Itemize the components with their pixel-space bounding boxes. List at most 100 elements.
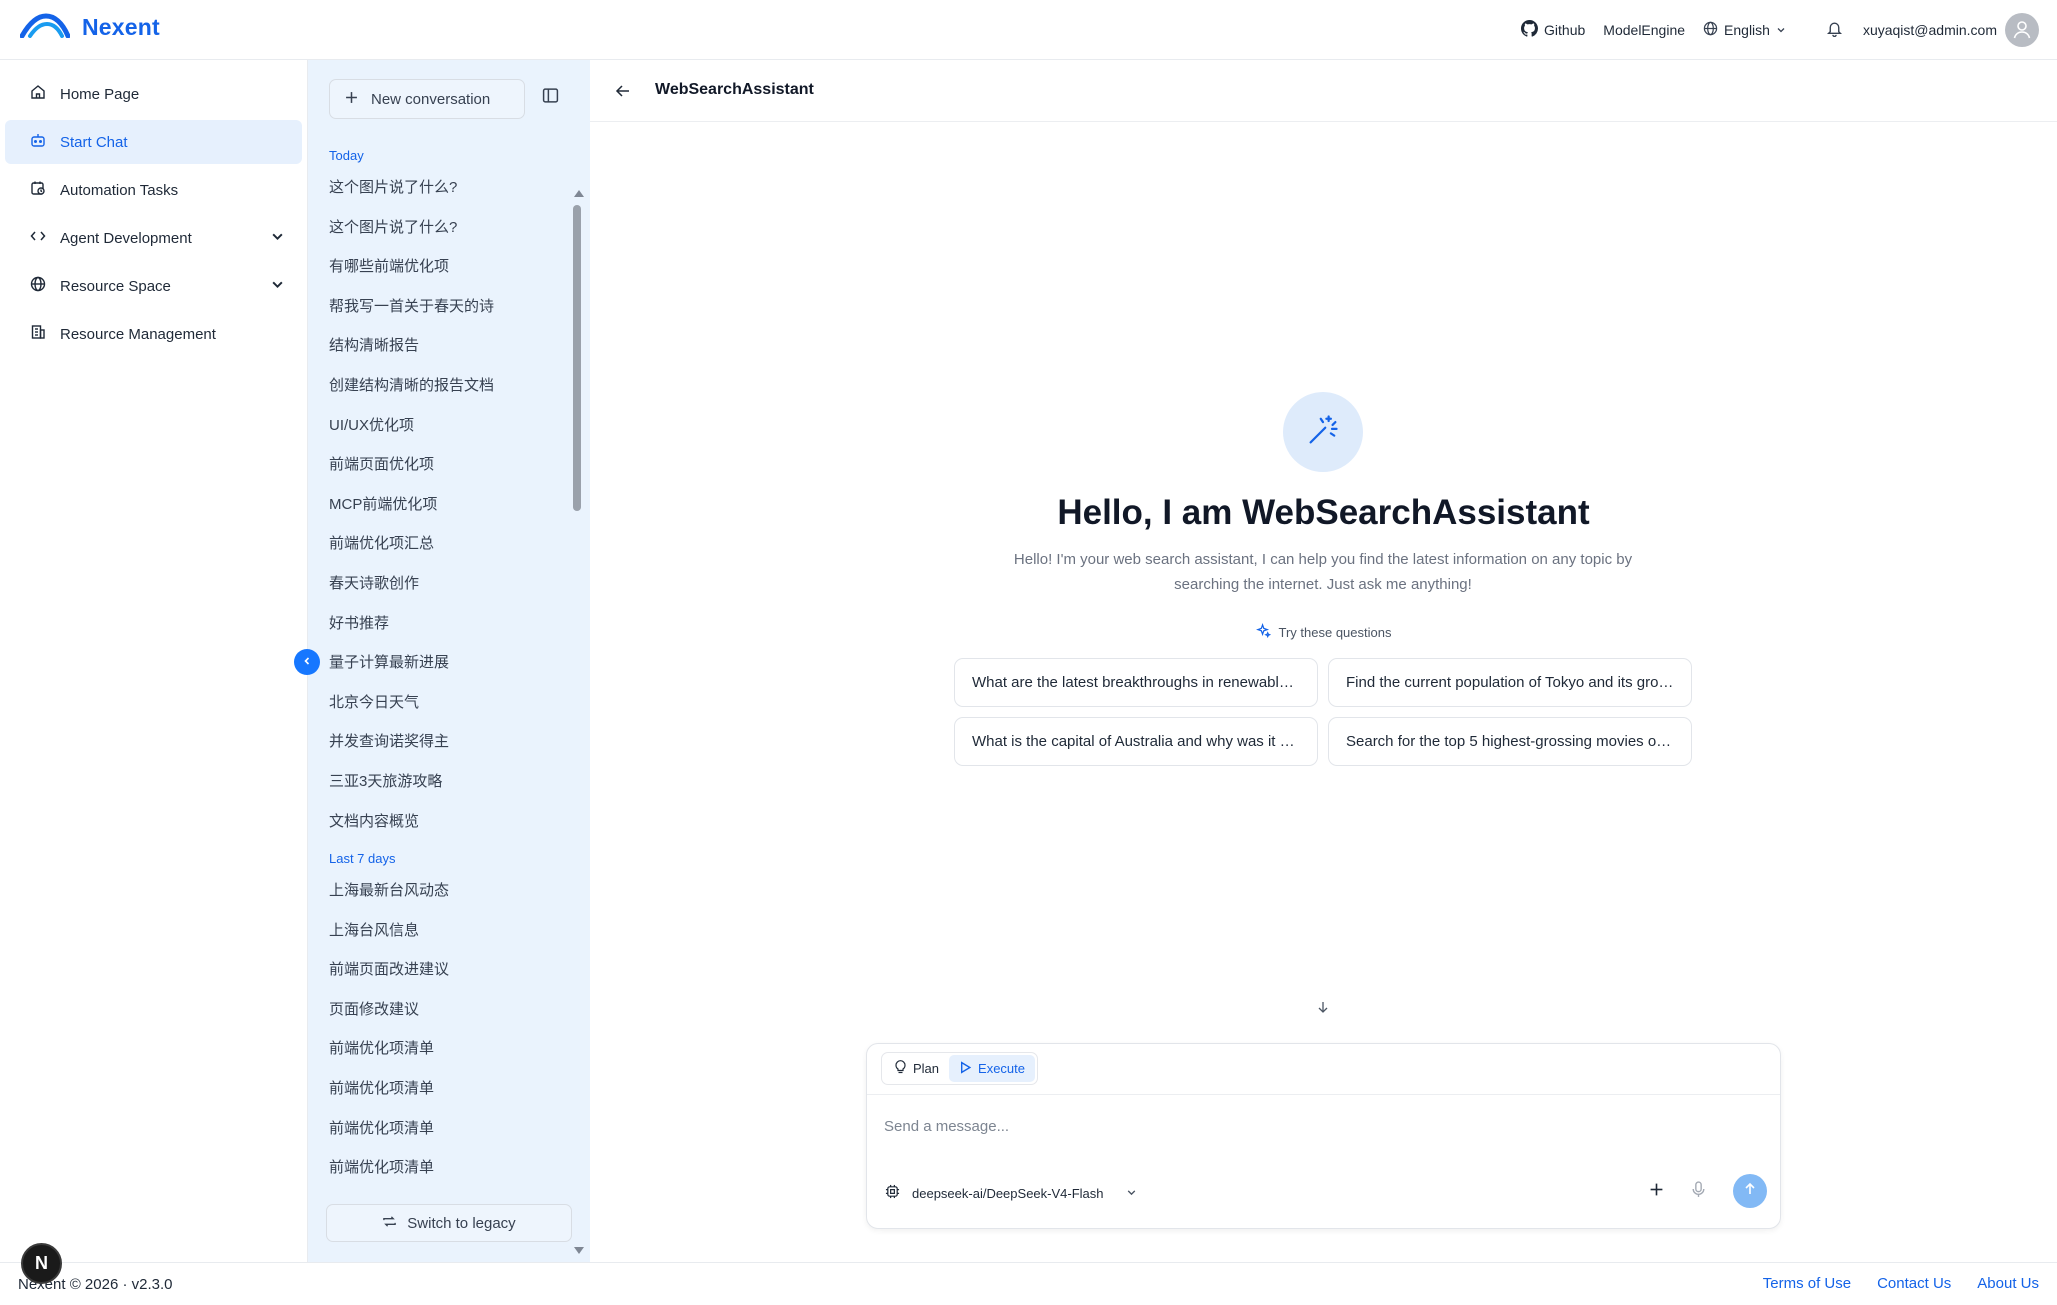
conversation-item[interactable]: 好书推荐 bbox=[329, 604, 569, 644]
nav-item-agent-development[interactable]: Agent Development bbox=[5, 216, 302, 260]
switch-to-legacy-button[interactable]: Switch to legacy bbox=[326, 1204, 572, 1242]
chevron-down-icon[interactable] bbox=[271, 230, 284, 247]
nav-item-automation-tasks[interactable]: Automation Tasks bbox=[5, 168, 302, 212]
suggestion-card[interactable]: What are the latest breakthroughs in ren… bbox=[954, 658, 1318, 707]
modelengine-link[interactable]: ModelEngine bbox=[1603, 22, 1685, 38]
nextjs-logo-icon: N bbox=[35, 1253, 48, 1273]
conversation-item[interactable]: 前端优化项汇总 bbox=[329, 524, 569, 564]
user-email[interactable]: xuyaqist@admin.com bbox=[1863, 22, 1997, 38]
home-icon bbox=[30, 84, 46, 104]
new-conversation-button[interactable]: New conversation bbox=[329, 79, 525, 119]
code-icon bbox=[30, 228, 46, 248]
suggestion-text: What are the latest breakthroughs in ren… bbox=[972, 674, 1300, 691]
footer-links: Terms of Use Contact Us About Us bbox=[1763, 1275, 2039, 1292]
execute-label: Execute bbox=[978, 1061, 1026, 1076]
nav-item-home[interactable]: Home Page bbox=[5, 72, 302, 116]
top-header: Nexent Github ModelEngine English xuyaqi bbox=[0, 0, 2057, 60]
header-actions: Github ModelEngine English xuyaqist@admi… bbox=[1503, 0, 2039, 60]
contact-link[interactable]: Contact Us bbox=[1877, 1275, 1951, 1292]
voice-input-button[interactable] bbox=[1691, 1181, 1706, 1203]
arrow-left-icon bbox=[615, 85, 631, 103]
conversation-item[interactable]: MCP前端优化项 bbox=[329, 485, 569, 525]
suggestion-text: What is the capital of Australia and why… bbox=[972, 733, 1300, 750]
composer-divider bbox=[867, 1094, 1780, 1095]
magic-wand-icon bbox=[1305, 412, 1341, 453]
suggestion-card[interactable]: Find the current population of Tokyo and… bbox=[1328, 658, 1692, 707]
conversation-item[interactable]: 帮我写一首关于春天的诗 bbox=[329, 287, 569, 327]
nav-label: Home Page bbox=[60, 85, 140, 103]
chevron-down-icon bbox=[1776, 22, 1786, 38]
nav-item-start-chat[interactable]: Start Chat bbox=[5, 120, 302, 164]
sparkles-icon bbox=[1255, 623, 1271, 641]
conversation-item[interactable]: 结构清晰报告 bbox=[329, 326, 569, 366]
terms-link[interactable]: Terms of Use bbox=[1763, 1275, 1851, 1292]
conversation-scrollbar[interactable] bbox=[569, 190, 584, 1254]
conversation-item[interactable]: 有哪些前端优化项 bbox=[329, 247, 569, 287]
arrow-up-icon bbox=[1743, 1182, 1757, 1201]
play-icon bbox=[959, 1060, 972, 1077]
conversation-item[interactable]: UI/UX优化项 bbox=[329, 406, 569, 446]
message-input[interactable] bbox=[884, 1106, 1754, 1146]
collapse-panel-button[interactable] bbox=[542, 87, 559, 109]
robot-icon bbox=[30, 132, 46, 152]
plan-mode-button[interactable]: Plan bbox=[884, 1055, 949, 1082]
conversation-list[interactable]: Today 这个图片说了什么? 这个图片说了什么? 有哪些前端优化项 帮我写一首关于春… bbox=[329, 140, 569, 1240]
conversation-item[interactable]: 前端页面改进建议 bbox=[329, 950, 569, 990]
conversation-item[interactable]: 文档内容概览 bbox=[329, 802, 569, 842]
conversation-item[interactable]: 前端优化项清单 bbox=[329, 1029, 569, 1069]
conversation-item[interactable]: 前端优化项清单 bbox=[329, 1148, 569, 1188]
conversation-item[interactable]: 前端页面优化项 bbox=[329, 445, 569, 485]
page-footer: Nexent © 2026 · v2.3.0 Terms of Use Cont… bbox=[0, 1262, 2057, 1305]
left-navigation: Home Page Start Chat Automation Tasks Ag… bbox=[0, 60, 308, 1262]
bell-icon bbox=[1826, 20, 1843, 40]
conversation-item[interactable]: 上海台风信息 bbox=[329, 911, 569, 951]
conversation-item[interactable]: 页面修改建议 bbox=[329, 990, 569, 1030]
send-button[interactable] bbox=[1733, 1174, 1767, 1208]
execute-mode-button[interactable]: Execute bbox=[949, 1055, 1036, 1082]
group-title-today: Today bbox=[329, 148, 364, 163]
suggestion-card[interactable]: What is the capital of Australia and why… bbox=[954, 717, 1318, 766]
conversation-item[interactable]: 这个图片说了什么? bbox=[329, 208, 569, 248]
suggestion-text: Find the current population of Tokyo and… bbox=[1346, 674, 1674, 691]
conversation-item[interactable]: 创建结构清晰的报告文档 bbox=[329, 366, 569, 406]
avatar[interactable] bbox=[2005, 13, 2039, 47]
conversation-item[interactable]: 三亚3天旅游攻略 bbox=[329, 762, 569, 802]
scroll-to-bottom-button[interactable] bbox=[1316, 1000, 1330, 1019]
microphone-icon bbox=[1691, 1181, 1706, 1202]
conversation-panel: New conversation Today 这个图片说了什么? 这个图片说了什么… bbox=[308, 60, 590, 1262]
calendar-clock-icon bbox=[30, 180, 46, 200]
language-select[interactable]: English bbox=[1703, 21, 1786, 39]
language-label: English bbox=[1724, 22, 1770, 38]
nav-item-resource-space[interactable]: Resource Space bbox=[5, 264, 302, 308]
nextjs-dev-badge[interactable]: N bbox=[21, 1243, 62, 1284]
attach-button[interactable] bbox=[1649, 1182, 1664, 1202]
scroll-down-arrow-icon[interactable] bbox=[574, 1247, 584, 1254]
chevron-down-icon[interactable] bbox=[271, 278, 284, 295]
nav-item-resource-management[interactable]: Resource Management bbox=[5, 312, 302, 356]
chat-main: WebSearchAssistant Hello, I am WebSearch… bbox=[590, 60, 2057, 1262]
conversation-item[interactable]: 前端优化项清单 bbox=[329, 1069, 569, 1109]
notification-button[interactable] bbox=[1826, 20, 1843, 40]
conversation-item[interactable]: 量子计算最新进展 bbox=[329, 643, 569, 683]
mode-toggle: Plan Execute bbox=[881, 1052, 1039, 1085]
nav-label: Start Chat bbox=[60, 133, 128, 151]
group-title-last-7-days: Last 7 days bbox=[329, 851, 396, 867]
conversation-item[interactable]: 前端优化项清单 bbox=[329, 1109, 569, 1149]
conversation-item[interactable]: 北京今日天气 bbox=[329, 683, 569, 723]
back-button[interactable] bbox=[615, 83, 631, 104]
model-select[interactable]: deepseek-ai/DeepSeek-V4-Flash bbox=[885, 1181, 1137, 1205]
suggestion-card[interactable]: Search for the top 5 highest-grossing mo… bbox=[1328, 717, 1692, 766]
conversation-item[interactable]: 春天诗歌创作 bbox=[329, 564, 569, 604]
github-link[interactable]: Github bbox=[1521, 20, 1585, 40]
about-link[interactable]: About Us bbox=[1977, 1275, 2039, 1292]
scroll-up-arrow-icon[interactable] bbox=[574, 190, 584, 197]
conversation-item[interactable]: 上海最新台风动态 bbox=[329, 871, 569, 911]
scroll-thumb[interactable] bbox=[573, 205, 581, 511]
brand[interactable]: Nexent bbox=[19, 12, 160, 43]
modelengine-label: ModelEngine bbox=[1603, 22, 1686, 38]
github-icon bbox=[1521, 20, 1539, 40]
conversation-item[interactable]: 这个图片说了什么? bbox=[329, 168, 569, 208]
conversation-item[interactable]: 并发查询诺奖得主 bbox=[329, 722, 569, 762]
sidebar-toggle-button[interactable] bbox=[294, 649, 320, 675]
nav-label: Resource Space bbox=[60, 277, 171, 295]
